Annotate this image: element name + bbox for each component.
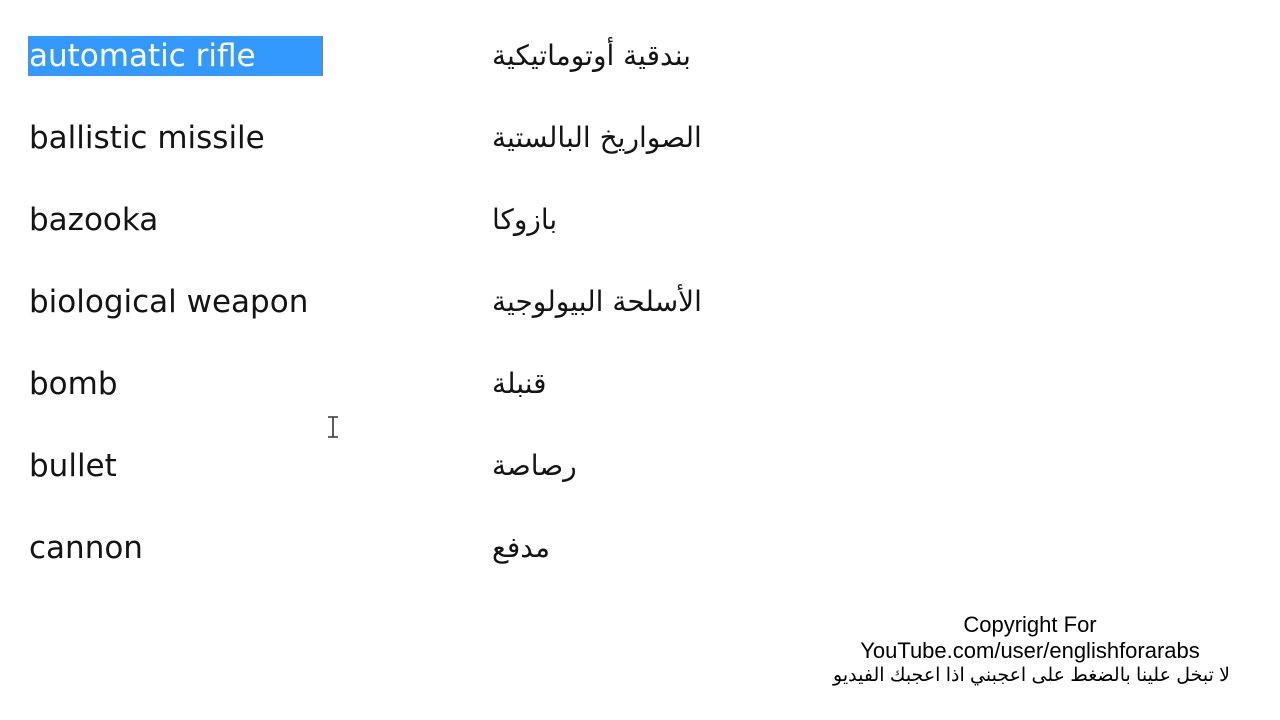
vocab-row: cannon مدفع xyxy=(0,528,1280,588)
vocab-row: biological weapon الأسلحة البيولوجية xyxy=(0,282,1280,342)
english-term[interactable]: cannon xyxy=(29,528,143,568)
vocab-row: ballistic missile الصواريخ البالستية xyxy=(0,118,1280,178)
arabic-translation[interactable]: مدفع xyxy=(492,528,550,568)
like-request-text: لا تبخل علينا بالضغط على اعجبني اذا اعجب… xyxy=(833,665,1230,686)
arabic-translation[interactable]: رصاصة xyxy=(492,446,577,486)
arabic-translation[interactable]: بندقية أوتوماتيكية xyxy=(492,36,691,76)
arabic-translation[interactable]: بازوكا xyxy=(492,200,557,240)
vocab-row: automatic rifle بندقية أوتوماتيكية xyxy=(0,36,1280,96)
vocab-row: bomb قنبلة xyxy=(0,364,1280,424)
arabic-translation[interactable]: الصواريخ البالستية xyxy=(492,118,702,158)
english-term[interactable]: bullet xyxy=(29,446,117,486)
english-term[interactable]: ballistic missile xyxy=(29,118,265,158)
english-term-selected[interactable]: automatic rifle xyxy=(28,36,323,76)
arabic-translation[interactable]: قنبلة xyxy=(492,364,547,404)
vocab-row: bullet رصاصة xyxy=(0,446,1280,506)
copyright-footer: Copyright For YouTube.com/user/englishfo… xyxy=(820,612,1240,688)
text-ibeam-cursor-icon xyxy=(328,416,338,438)
copyright-label: Copyright For xyxy=(963,612,1097,637)
english-term[interactable]: bazooka xyxy=(29,200,158,240)
english-term[interactable]: biological weapon xyxy=(29,282,308,322)
english-term[interactable]: bomb xyxy=(29,364,118,404)
vocab-row: bazooka بازوكا xyxy=(0,200,1280,260)
channel-link-text: YouTube.com/user/englishforarabs xyxy=(860,638,1200,663)
arabic-translation[interactable]: الأسلحة البيولوجية xyxy=(492,282,702,322)
